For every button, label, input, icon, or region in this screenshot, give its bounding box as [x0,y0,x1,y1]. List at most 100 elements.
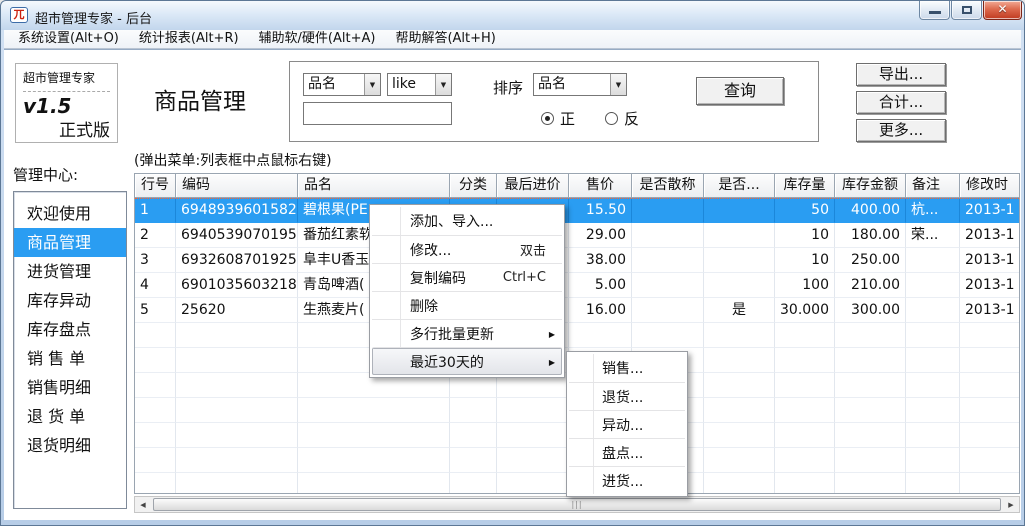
table-row[interactable]: 4 6901035603218 青岛啤酒(5.00 100 210.00 2013-1 [135,273,1019,298]
delete-menuitem[interactable]: 删除 [372,291,562,319]
table-cell: 16.00 [569,298,632,323]
sidebar-item-7[interactable]: 退 货 单 [14,402,126,431]
scrollbar-thumb[interactable]: ||| [153,498,1001,511]
sidebar-item-6[interactable]: 销售明细 [14,373,126,402]
table-cell: 30.000 [775,298,835,323]
sidebar-nav: 欢迎使用 商品管理 进货管理 库存异动 库存盘点销 售 单销售明细退 货 单退货明细 [13,191,127,509]
table-cell [835,473,906,493]
table-cell: 3 [135,248,176,273]
table-cell [775,373,835,398]
more-button[interactable]: 更多... [856,119,946,142]
menubar-item-statistics[interactable]: 统计报表(Alt+R) [129,30,249,48]
table-cell [135,323,176,348]
table-cell [835,373,906,398]
chevron-down-icon[interactable]: ▼ [364,74,380,95]
minimize-button[interactable] [919,1,950,20]
table-cell [906,348,960,373]
table-cell: 400.00 [835,199,906,223]
column-header[interactable]: 分类 [450,174,497,198]
export-button[interactable]: 导出... [856,63,946,86]
column-header[interactable]: 库存金额 [835,174,906,198]
sidebar-item-8[interactable]: 退货明细 [14,431,126,460]
table-cell [704,223,775,248]
returns-menuitem[interactable]: 退货... [569,382,685,410]
column-header[interactable]: 品名 [298,174,450,198]
table-cell [835,323,906,348]
search-field-select[interactable]: 品名 ▼ [303,73,381,96]
sort-descending-radio[interactable]: 反 [605,108,639,129]
menuitem-label: 复制编码 [410,270,466,287]
table-cell [497,398,569,423]
sum-button[interactable]: 合计... [856,91,946,114]
close-button[interactable]: ✕ [983,1,1022,20]
menuitem-label: 进货... [602,473,644,490]
table-row[interactable]: 2 6940539070195 番茄红素软 29.00 10 180.00 荣... 2013… [135,223,1019,248]
maximize-icon [962,6,972,14]
maximize-button[interactable] [951,1,982,20]
table-row[interactable]: 1 6948939601582 碧根果(PE 15.50 50 400.00 杭... 201… [135,198,1019,223]
table-cell [176,373,298,398]
scroll-left-icon[interactable]: ◀ [135,497,151,512]
keyword-input[interactable] [303,102,452,125]
table-cell [176,473,298,493]
table-cell: 10 [775,248,835,273]
movement-menuitem[interactable]: 异动... [569,410,685,438]
copy-code-menuitem[interactable]: 复制编码 Ctrl+C [372,263,562,291]
sidebar-item-5[interactable]: 销 售 单 [14,344,126,373]
sidebar-item-3[interactable]: 库存异动 [14,286,126,315]
scroll-right-icon[interactable]: ▶ [1003,497,1019,512]
table-cell [960,423,1019,448]
query-button[interactable]: 查询 [696,77,784,105]
menuitem-label: 盘点... [602,445,644,462]
add-import-menuitem[interactable]: 添加、导入... [372,207,562,235]
table-row[interactable]: 5 25620 生燕麦片(16.00 是 30.000 300.00 2013-1 [135,298,1019,323]
menuitem-label: 删除 [410,298,438,315]
sort-ascending-radio[interactable]: 正 [541,108,575,129]
table-row[interactable]: 3 6932608701925 阜丰U香玉 38.00 10 250.00 2013-1 [135,248,1019,273]
table-cell: 29.00 [569,223,632,248]
table-cell [906,398,960,423]
modify-menuitem[interactable]: 修改... 双击 [372,235,562,263]
chevron-down-icon[interactable]: ▼ [610,74,626,95]
column-header[interactable]: 最后进价 [497,174,569,198]
purchase-menuitem[interactable]: 进货... [569,466,685,494]
sidebar-item-0[interactable]: 欢迎使用 [14,199,126,228]
column-header[interactable]: 售价 [569,174,632,198]
sidebar-item-2[interactable]: 进货管理 [14,257,126,286]
last-30-days-submenu: 销售... 退货... 异动... 盘点... 进货... [566,351,688,497]
column-header[interactable]: 备注 [906,174,960,198]
table-cell [704,473,775,493]
column-header[interactable]: 库存量 [775,174,835,198]
window-controls: ✕ [918,1,1022,20]
column-header[interactable]: 是否散称 [632,174,704,198]
column-header[interactable]: 编码 [176,174,298,198]
menubar-item-auxiliary[interactable]: 辅助软/硬件(Alt+A) [249,30,386,48]
menubar-item-system-settings[interactable]: 系统设置(Alt+O) [8,30,129,48]
menuitem-label: 异动... [602,417,644,434]
search-field-value: 品名 [308,76,336,92]
table-cell [704,248,775,273]
table-cell [704,323,775,348]
stocktake-menuitem[interactable]: 盘点... [569,438,685,466]
table-cell [497,473,569,493]
column-header[interactable]: 行号 [135,174,176,198]
operator-select[interactable]: like ▼ [387,73,452,96]
table-cell: 100 [775,273,835,298]
title-bar: 兀 超市管理专家 - 后台 ✕ [1,1,1024,30]
chevron-down-icon[interactable]: ▼ [435,74,451,95]
column-header[interactable]: 是否... [704,174,775,198]
table-cell [176,348,298,373]
last-30-days-menuitem[interactable]: 最近30天的 ▶ [372,347,562,375]
batch-update-menuitem[interactable]: 多行批量更新 ▶ [372,319,562,347]
submenu-arrow-icon: ▶ [548,358,555,367]
table-cell [704,423,775,448]
sales-menuitem[interactable]: 销售... [569,354,685,382]
menubar-item-help[interactable]: 帮助解答(Alt+H) [385,30,505,48]
sidebar-item-4[interactable]: 库存盘点 [14,315,126,344]
sort-field-select[interactable]: 品名 ▼ [533,73,627,96]
table-cell [960,448,1019,473]
table-cell [450,423,497,448]
column-header[interactable]: 修改时 [960,174,1019,198]
sidebar-item-1[interactable]: 商品管理 [14,228,126,257]
horizontal-scrollbar[interactable]: ◀ ||| ▶ [134,496,1020,513]
